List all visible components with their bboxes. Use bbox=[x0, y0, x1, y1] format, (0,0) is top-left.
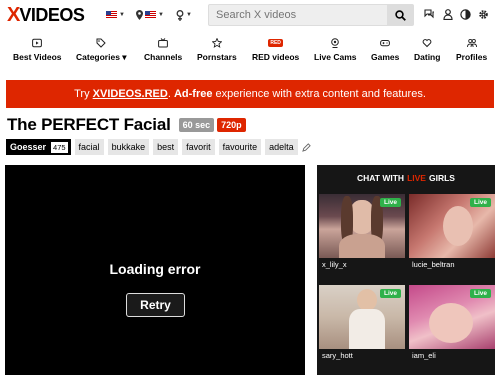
search-button[interactable] bbox=[387, 5, 413, 25]
cam-card[interactable]: Live iam_eli bbox=[409, 285, 495, 362]
webcam-icon bbox=[330, 37, 340, 48]
nav-live-cams[interactable]: Live Cams bbox=[314, 37, 357, 67]
cam-name: x_lily_x bbox=[322, 260, 347, 269]
cam-card[interactable]: Live sary_hott bbox=[319, 285, 405, 362]
tags-icon bbox=[96, 37, 106, 48]
nav-best-videos[interactable]: Best Videos bbox=[13, 37, 62, 67]
video-title: The PERFECT Facial bbox=[7, 115, 171, 134]
play-square-icon bbox=[32, 37, 43, 48]
hearts-icon bbox=[422, 37, 432, 48]
chat-icon[interactable] bbox=[424, 8, 435, 20]
banner-link[interactable]: XVIDEOS.RED bbox=[93, 88, 168, 100]
live-chat-panel: CHAT WITH LIVE GIRLS Live x_lily_x Live lu… bbox=[317, 165, 495, 375]
red-promo-banner[interactable]: Try XVIDEOS.RED. Ad-free experience with… bbox=[6, 80, 494, 108]
chevron-down-icon: ▼ bbox=[158, 12, 164, 18]
site-logo[interactable]: X VIDEOS bbox=[7, 3, 85, 26]
nav-label: Dating bbox=[414, 52, 441, 62]
profiles-icon bbox=[466, 37, 477, 48]
user-icon[interactable] bbox=[442, 8, 453, 20]
red-badge-icon: RED bbox=[268, 37, 283, 48]
country-selector[interactable]: ▼ bbox=[136, 8, 164, 22]
banner-text: Try bbox=[74, 88, 93, 100]
nav-red-videos[interactable]: RED RED videos bbox=[252, 37, 299, 67]
main-nav: Best Videos Categories ▾ Channels Pornst… bbox=[0, 37, 500, 67]
tv-icon bbox=[158, 37, 169, 48]
nav-label: Pornstars bbox=[197, 52, 237, 62]
logo-x: X bbox=[7, 3, 20, 26]
location-pin-icon bbox=[136, 10, 143, 20]
nav-categories[interactable]: Categories ▾ bbox=[76, 37, 127, 67]
chat-heading: CHAT WITH LIVE GIRLS bbox=[317, 165, 495, 191]
cam-name: iam_eli bbox=[412, 351, 436, 360]
tag-row: Goesser 475 facial bukkake best favorit f… bbox=[6, 139, 311, 155]
top-bar: X VIDEOS ▼ ▼ ▼ bbox=[0, 0, 500, 31]
us-flag-icon bbox=[106, 11, 117, 19]
gamepad-icon bbox=[380, 37, 391, 48]
retry-button[interactable]: Retry bbox=[126, 293, 185, 317]
chat-heading-post: GIRLS bbox=[428, 173, 455, 183]
logo-text: VIDEOS bbox=[19, 4, 85, 25]
nav-label: Categories ▾ bbox=[76, 52, 127, 62]
cam-thumbnail: Live bbox=[409, 194, 495, 258]
tag[interactable]: adelta bbox=[265, 139, 298, 155]
quality-badge: 720p bbox=[217, 118, 246, 132]
nav-channels[interactable]: Channels bbox=[144, 37, 182, 67]
nav-label: RED videos bbox=[252, 52, 300, 62]
live-badge: Live bbox=[469, 289, 491, 298]
cam-thumbnail: Live bbox=[319, 285, 405, 349]
cam-thumbnail: Live bbox=[409, 285, 495, 349]
live-badge: Live bbox=[379, 289, 401, 298]
banner-text: experience with extra content and featur… bbox=[212, 88, 426, 100]
female-symbol-icon bbox=[176, 9, 184, 21]
us-flag-icon bbox=[145, 11, 156, 19]
header-icons bbox=[424, 8, 489, 20]
pencil-icon[interactable] bbox=[301, 142, 311, 152]
cam-card[interactable]: Live x_lily_x bbox=[319, 194, 405, 271]
cam-thumbnail: Live bbox=[319, 194, 405, 258]
nav-pornstars[interactable]: Pornstars bbox=[197, 37, 237, 67]
duration-badge: 60 sec bbox=[178, 118, 215, 132]
tag[interactable]: best bbox=[153, 139, 179, 155]
nav-label: Channels bbox=[144, 52, 183, 62]
chevron-down-icon: ▼ bbox=[119, 12, 125, 18]
tag[interactable]: facial bbox=[74, 139, 104, 155]
tag[interactable]: favorit bbox=[182, 139, 215, 155]
chat-heading-live: LIVE bbox=[407, 173, 426, 183]
gear-icon[interactable] bbox=[478, 8, 489, 20]
nav-games[interactable]: Games bbox=[371, 37, 399, 67]
nav-profiles[interactable]: Profiles bbox=[456, 37, 487, 67]
nav-label: Best Videos bbox=[13, 52, 62, 62]
video-title-row: The PERFECT Facial 60 sec 720p bbox=[7, 115, 246, 134]
cam-name: sary_hott bbox=[322, 351, 353, 360]
nav-label: Profiles bbox=[456, 52, 488, 62]
search-box bbox=[208, 4, 414, 26]
star-icon bbox=[211, 37, 222, 48]
loading-error-text: Loading error bbox=[109, 261, 201, 277]
chevron-down-icon: ▼ bbox=[186, 12, 192, 18]
nav-label: Games bbox=[371, 52, 400, 62]
contrast-icon[interactable] bbox=[460, 8, 471, 20]
uploader-count: 475 bbox=[51, 141, 68, 153]
nav-dating[interactable]: Dating bbox=[414, 37, 440, 67]
tag[interactable]: favourite bbox=[218, 139, 262, 155]
chat-heading-pre: CHAT WITH bbox=[357, 173, 405, 183]
tag[interactable]: bukkake bbox=[107, 139, 150, 155]
live-badge: Live bbox=[379, 198, 401, 207]
orientation-selector[interactable]: ▼ bbox=[176, 8, 192, 22]
uploader-name: Goesser bbox=[10, 142, 47, 152]
search-input[interactable] bbox=[209, 9, 387, 21]
red-badge: RED bbox=[268, 38, 283, 47]
nav-label: Live Cams bbox=[314, 52, 357, 62]
cam-name: lucie_beltran bbox=[412, 260, 455, 269]
live-badge: Live bbox=[469, 198, 491, 207]
video-player[interactable]: Loading error Retry bbox=[5, 165, 305, 375]
language-selector[interactable]: ▼ bbox=[106, 8, 125, 22]
cam-card[interactable]: Live lucie_beltran bbox=[409, 194, 495, 271]
uploader-badge[interactable]: Goesser 475 bbox=[6, 139, 71, 155]
search-icon bbox=[394, 9, 406, 21]
banner-bold: Ad-free bbox=[173, 88, 213, 100]
